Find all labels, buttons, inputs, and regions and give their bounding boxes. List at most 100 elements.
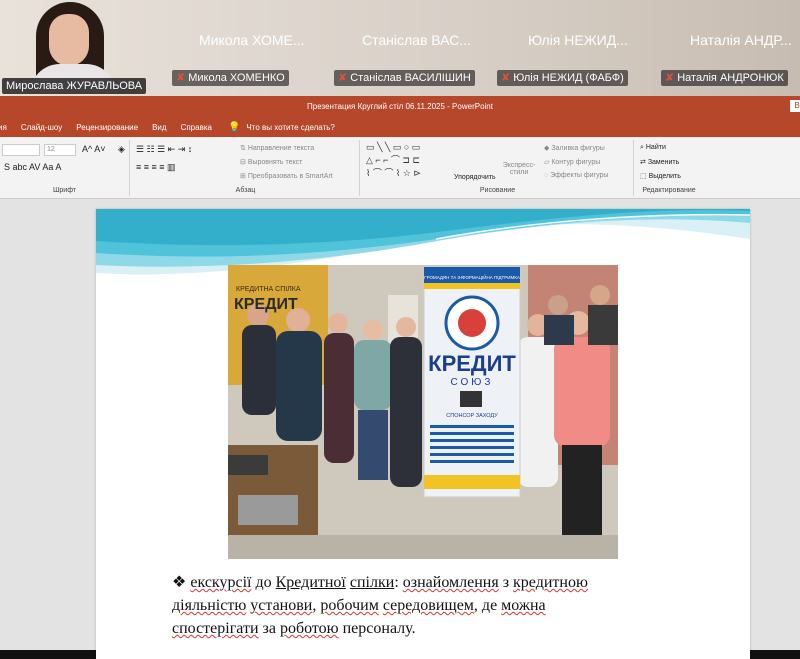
caption-word: з bbox=[498, 574, 514, 591]
caption-word: кредитною bbox=[513, 574, 588, 591]
participant-tile-name-4[interactable]: Наталія АНДР... bbox=[690, 32, 792, 48]
caption-word: можна bbox=[501, 597, 546, 614]
find-label: Найти bbox=[645, 144, 666, 151]
align-icons[interactable]: ≡ ≡ ≡ ≡ ▥ bbox=[136, 162, 176, 173]
slide-canvas[interactable]: КРЕДИТ СОЮЗ СПОНСОР ЗАХОДУ ГРОМАДЯН ТА І… bbox=[96, 209, 750, 659]
editing-group: ⌕ Найти ⇄ Заменить ⬚ Выделить Редактиров… bbox=[636, 140, 702, 196]
participant-full-name: Юлія НЕЖИД (ФАБФ) bbox=[513, 72, 624, 84]
editing-group-label: Редактирование bbox=[642, 187, 696, 194]
caption-word: спостерігати bbox=[172, 620, 259, 637]
text-direction-label: Направление текста bbox=[247, 145, 315, 152]
bullet-icon: ❖ bbox=[172, 574, 187, 591]
tab-partial[interactable]: ия bbox=[0, 123, 7, 132]
caption-word: за bbox=[258, 620, 280, 637]
smartart-label: Преобразовать в SmartArt bbox=[247, 173, 333, 180]
font-size-box[interactable]: 12 bbox=[44, 144, 76, 156]
caption-word: : bbox=[394, 574, 403, 591]
mic-muted-icon: ✘ bbox=[176, 72, 186, 84]
align-text-label: Выровнять текст bbox=[247, 159, 303, 166]
caption-word: робочим bbox=[320, 597, 379, 614]
caption-word: роботою bbox=[279, 620, 339, 637]
grow-font-icon[interactable]: A^ A˅ bbox=[82, 144, 106, 154]
participant-tile-name-1[interactable]: Микола ХОМЕ... bbox=[199, 32, 305, 48]
font-size-value: 12 bbox=[47, 146, 55, 153]
self-name: Мирослава ЖУРАВЛЬОВА bbox=[6, 80, 143, 92]
participant-tile-name-3[interactable]: Юлія НЕЖИД... bbox=[528, 32, 628, 48]
banner-sponsor: СПОНСОР ЗАХОДУ bbox=[446, 413, 498, 419]
arrange-label: Упорядочить bbox=[454, 174, 496, 181]
participant-full-name: Наталія АНДРОНЮК bbox=[677, 72, 784, 84]
caption-word: екскурсії bbox=[190, 574, 252, 591]
ribbon: 12 A^ A˅ ◈ S abc AV Aa A Шрифт ☰ ☷ ☰ ⇤ ⇥… bbox=[0, 137, 800, 199]
caption-word: установи bbox=[250, 597, 313, 614]
powerpoint-window: Презентация Круглий стіл 06.11.2025 - Po… bbox=[0, 96, 800, 659]
mic-muted-icon: ✘ bbox=[665, 72, 675, 84]
font-group: 12 A^ A˅ ◈ S abc AV Aa A Шрифт bbox=[0, 140, 130, 196]
mic-muted-icon: ✘ bbox=[338, 72, 348, 84]
mic-muted-icon: ✘ bbox=[501, 72, 511, 84]
shape-fill-label: Заливка фигуры bbox=[551, 145, 605, 152]
tab-help[interactable]: Справка bbox=[181, 123, 212, 132]
participant-tag-3: ✘ Юлія НЕЖИД (ФАБФ) bbox=[497, 70, 628, 86]
self-name-tag: Мирослава ЖУРАВЛЬОВА bbox=[2, 78, 147, 94]
tab-slideshow[interactable]: Слайд-шоу bbox=[21, 123, 62, 132]
tab-view[interactable]: Вид bbox=[152, 123, 166, 132]
font-name-box[interactable] bbox=[2, 144, 40, 156]
quick-styles-label: Экспресс-стили bbox=[502, 162, 536, 176]
shape-fill-button[interactable]: ◆ Заливка фигуры bbox=[544, 144, 605, 152]
participant-full-name: Микола ХОМЕНКО bbox=[188, 72, 285, 84]
shape-outline-label: Контур фигуры bbox=[551, 159, 601, 166]
participant-full-name: Станіслав ВАСИЛІШИН bbox=[350, 72, 471, 84]
paragraph-group: ☰ ☷ ☰ ⇤ ⇥ ↕ ≡ ≡ ≡ ≡ ▥ ⇅ Направление текс… bbox=[132, 140, 360, 196]
text-direction-button[interactable]: ⇅ Направление текста bbox=[240, 144, 314, 152]
left-sign-brand: КРЕДИТ bbox=[234, 296, 298, 313]
ribbon-tabs: ия Слайд-шоу Рецензирование Вид Справка … bbox=[0, 117, 800, 137]
lightbulb-icon: 💡 bbox=[227, 121, 241, 133]
shape-effects-button[interactable]: ◌ Эффекты фигуры bbox=[544, 172, 608, 179]
list-icons[interactable]: ☰ ☷ ☰ ⇤ ⇥ ↕ bbox=[136, 144, 192, 155]
participant-tag-4: ✘ Наталія АНДРОНЮК bbox=[661, 70, 788, 86]
arrange-button[interactable]: Упорядочить bbox=[454, 174, 496, 181]
banner-brand: КРЕДИТ bbox=[428, 351, 516, 376]
photo-illustration: КРЕДИТ СОЮЗ СПОНСОР ЗАХОДУ ГРОМАДЯН ТА І… bbox=[228, 265, 618, 559]
drawing-group-label: Рисование bbox=[479, 187, 516, 194]
caption-word: діяльністю bbox=[172, 597, 247, 614]
smartart-button[interactable]: ⊞ Преобразовать в SmartArt bbox=[240, 172, 333, 180]
caption-word: персоналу. bbox=[338, 620, 416, 637]
find-button[interactable]: ⌕ Найти bbox=[640, 144, 666, 152]
caption-word: , де bbox=[473, 597, 502, 614]
paragraph-group-label: Абзац bbox=[235, 187, 256, 194]
participant-tag-2: ✘ Станіслав ВАСИЛІШИН bbox=[334, 70, 475, 86]
select-button[interactable]: ⬚ Выделить bbox=[640, 172, 681, 180]
self-video-tile[interactable]: Мирослава ЖУРАВЛЬОВА bbox=[0, 0, 800, 96]
left-sign-line: КРЕДИТНА СПІЛКА bbox=[236, 286, 301, 293]
clear-format-icon[interactable]: ◈ bbox=[118, 144, 125, 155]
window-button[interactable]: В bbox=[790, 100, 800, 112]
caption-word: до bbox=[251, 574, 276, 591]
banner-top-text: ГРОМАДЯН ТА ІНФОРМАЦІЙНА ПІДТРИМКА bbox=[424, 273, 520, 280]
window-titlebar: Презентация Круглий стіл 06.11.2025 - Po… bbox=[0, 96, 800, 117]
select-label: Выделить bbox=[648, 173, 681, 180]
caption-word: ознайомлення bbox=[402, 574, 499, 591]
replace-button[interactable]: ⇄ Заменить bbox=[640, 158, 679, 166]
tab-review[interactable]: Рецензирование bbox=[76, 123, 138, 132]
caption-word: середовищем bbox=[382, 597, 474, 614]
align-text-button[interactable]: ⊟ Выровнять текст bbox=[240, 158, 302, 166]
shape-effects-label: Эффекты фигуры bbox=[550, 172, 609, 179]
participant-tile-name-2[interactable]: Станіслав ВАС... bbox=[362, 32, 471, 48]
replace-label: Заменить bbox=[647, 159, 680, 166]
slide-editor-area[interactable]: КРЕДИТ СОЮЗ СПОНСОР ЗАХОДУ ГРОМАДЯН ТА І… bbox=[0, 200, 800, 659]
tell-me-search[interactable]: Что вы хотите сделать? bbox=[246, 123, 334, 132]
banner-brand-sub: СОЮЗ bbox=[451, 377, 494, 388]
group-photo[interactable]: КРЕДИТ СОЮЗ СПОНСОР ЗАХОДУ ГРОМАДЯН ТА І… bbox=[228, 265, 618, 559]
shape-outline-button[interactable]: ▱ Контур фигуры bbox=[544, 158, 600, 166]
drawing-group: ▭ ╲ ╲ ▭ ○ ▭ △ ⌐ ⌐ ⌒ ⊐ ⊏ ⌇ ⌒ ⌒ ⌇ ☆ ⊳ Упоряд… bbox=[362, 140, 634, 196]
caption-word: Кредитної bbox=[275, 574, 346, 591]
slide-caption[interactable]: ❖ екскурсії до Кредитної спілки: ознайомл… bbox=[172, 571, 672, 640]
font-group-label: Шрифт bbox=[52, 187, 77, 194]
participant-tag-1: ✘ Микола ХОМЕНКО bbox=[172, 70, 289, 86]
caption-word: спілки bbox=[349, 574, 395, 591]
quick-styles-button[interactable]: Экспресс-стили bbox=[502, 162, 536, 176]
shapes-gallery[interactable]: ▭ ╲ ╲ ▭ ○ ▭ △ ⌐ ⌐ ⌒ ⊐ ⊏ ⌇ ⌒ ⌒ ⌇ ☆ ⊳ bbox=[366, 142, 421, 179]
format-buttons[interactable]: S abc AV Aa A bbox=[4, 162, 61, 172]
